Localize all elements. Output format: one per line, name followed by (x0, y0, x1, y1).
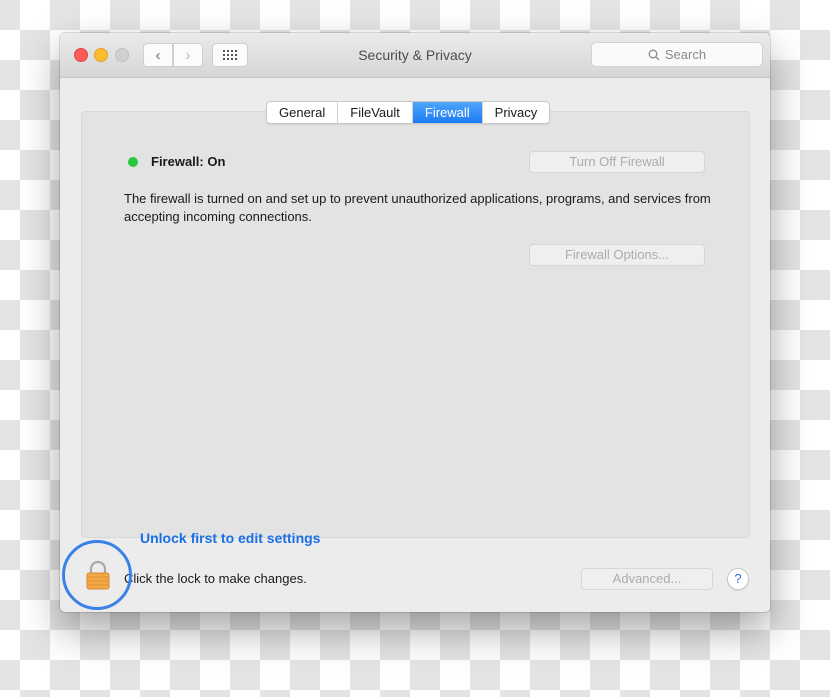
status-indicator-icon (128, 157, 138, 167)
firewall-description: The firewall is turned on and set up to … (124, 191, 711, 224)
firewall-options-button[interactable]: Firewall Options... (529, 244, 705, 266)
lock-highlight-circle (62, 540, 132, 610)
security-privacy-window: ‹ › Security & Privacy Search General Fi… (60, 33, 770, 612)
turn-off-firewall-button[interactable]: Turn Off Firewall (529, 151, 705, 173)
search-placeholder: Search (664, 47, 707, 62)
tab-privacy[interactable]: Privacy (483, 102, 550, 123)
help-button[interactable]: ? (727, 568, 749, 590)
search-field[interactable]: Search (591, 42, 763, 67)
tab-firewall[interactable]: Firewall (412, 102, 483, 123)
unlock-annotation: Unlock first to edit settings (140, 530, 321, 546)
firewall-status: Firewall: On (151, 154, 226, 169)
advanced-button[interactable]: Advanced... (581, 568, 713, 590)
tab-bar: General FileVault Firewall Privacy (266, 101, 551, 124)
lock-hint-text: Click the lock to make changes. (124, 571, 307, 586)
firewall-panel: Firewall: On Turn Off Firewall The firew… (81, 111, 750, 538)
title-bar: ‹ › Security & Privacy Search (60, 33, 770, 78)
tab-general[interactable]: General (267, 102, 339, 123)
search-icon (648, 49, 660, 60)
tab-filevault[interactable]: FileVault (338, 102, 413, 123)
